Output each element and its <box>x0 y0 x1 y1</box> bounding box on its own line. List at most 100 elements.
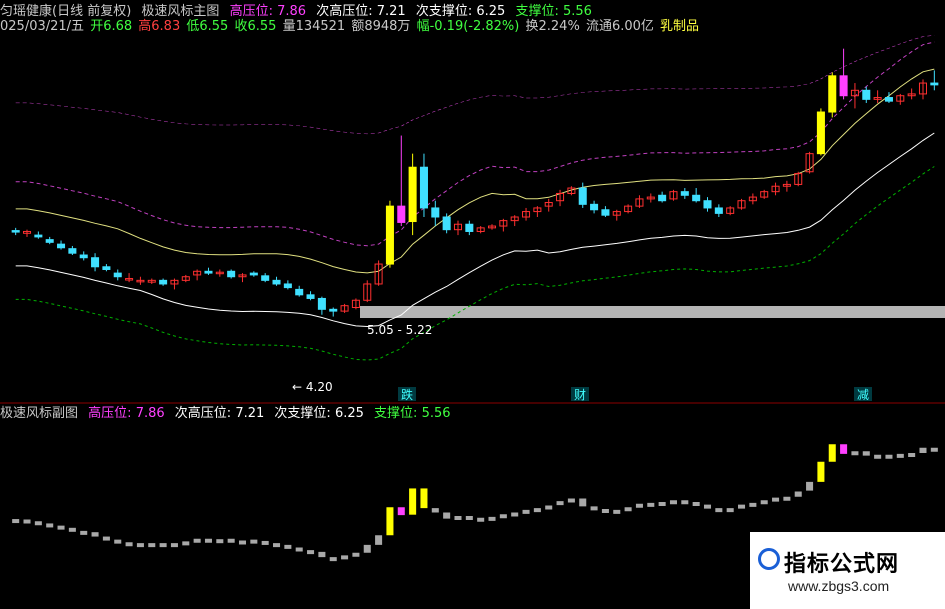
quote-float: 流通6.00亿 <box>585 19 654 34</box>
quote-open: 开6.68 <box>90 19 133 34</box>
sub-bar <box>352 552 360 557</box>
lower-dashed-line <box>15 166 935 361</box>
sub-next-resist: 次高压位: 7.21 <box>174 406 265 421</box>
candle-body <box>828 75 837 113</box>
sub-bar <box>68 527 76 532</box>
sub-high-resist: 高压位: 7.86 <box>88 406 165 421</box>
stock-title: 匀瑶健康(日线 前复权) <box>0 4 132 19</box>
sub-bar <box>295 547 303 552</box>
sub-bar <box>760 500 768 505</box>
indicator-name: 极速风标主图 <box>141 4 220 19</box>
sub-bar <box>375 535 383 545</box>
quote-close: 收6.55 <box>234 19 277 34</box>
sub-bar <box>34 521 42 526</box>
sub-bar <box>840 444 848 454</box>
quote-sector: 乳制品 <box>660 19 700 34</box>
sub-bar <box>341 555 349 560</box>
candle-body <box>442 216 451 231</box>
next-resist: 次高压位: 7.21 <box>316 4 406 19</box>
sub-bar <box>874 454 882 459</box>
sub-bar <box>738 504 746 509</box>
sub-bar <box>828 444 836 462</box>
candle-body <box>159 279 168 285</box>
sub-bar <box>216 539 224 544</box>
band-label: 5.05 - 5.22 <box>367 323 432 337</box>
quote-turnover: 换2.24% <box>525 19 580 34</box>
upper-dashed-line <box>15 41 935 247</box>
sub-upper-dashed <box>15 35 935 135</box>
candlestick-chart: 5.05 - 5.22 ← 4.20 跌 财 减 <box>0 35 945 562</box>
sub-bar <box>669 500 677 505</box>
candle-body <box>261 275 270 281</box>
event-marker: 减 <box>857 388 869 402</box>
sub-bar <box>772 497 780 502</box>
candle-body <box>839 75 848 97</box>
candle-body <box>680 191 689 196</box>
sub-header: 极速风标副图 高压位: 7.86 次高压位: 7.21 次支撑位: 6.25 支… <box>0 406 457 421</box>
sub-bar <box>431 508 439 513</box>
sub-bar <box>23 519 31 524</box>
sub-bar <box>908 453 916 457</box>
sub-bar <box>522 509 530 514</box>
support-band <box>360 306 945 318</box>
sub-bar <box>930 447 938 452</box>
sub-bar <box>182 541 190 546</box>
candle-body <box>57 243 66 249</box>
sub-bar <box>851 451 859 456</box>
candle-body <box>11 230 20 233</box>
sub-bar <box>806 481 814 491</box>
sub-bar <box>499 514 507 519</box>
candle-body <box>272 279 281 285</box>
quote-change: 幅-0.19(-2.82%) <box>416 19 520 34</box>
sub-bar <box>703 504 712 509</box>
candle-body <box>45 239 54 243</box>
sub-bar <box>204 538 212 543</box>
candle-body <box>884 97 893 102</box>
main-candles <box>11 48 939 317</box>
sub-bar <box>590 506 598 511</box>
sub-bar <box>159 543 167 548</box>
sub-bar <box>125 542 133 547</box>
sub-bar <box>227 538 235 543</box>
sub-bar <box>284 544 292 549</box>
quote-amount: 额8948万 <box>351 19 411 34</box>
sub-bar <box>114 539 122 544</box>
candle-body <box>102 266 111 270</box>
sub-bar <box>579 498 587 507</box>
sub-bar <box>635 503 643 508</box>
sub-bar <box>273 543 281 548</box>
sub-bar <box>794 491 802 497</box>
quote-date: 025/03/21/五 <box>0 19 85 34</box>
candle-body <box>91 257 100 268</box>
quote-line: 025/03/21/五 开6.68 高6.83 低6.55 收6.55 量134… <box>0 19 705 34</box>
candle-body <box>714 207 723 214</box>
sub-bar <box>613 509 621 514</box>
high-resist: 高压位: 7.86 <box>229 4 307 19</box>
sub-panel-bars <box>12 35 938 562</box>
candle-body <box>431 207 440 218</box>
candle-body <box>204 270 213 274</box>
candle-body <box>419 166 428 209</box>
watermark-logo: 指标公式网 www.zbgs3.com <box>750 532 945 609</box>
quote-volume: 量134521 <box>282 19 346 34</box>
sub-bar <box>556 501 564 506</box>
sub-bar <box>817 461 825 482</box>
sub-bar <box>420 488 428 509</box>
sub-bar <box>386 507 394 536</box>
middle-line <box>15 68 935 274</box>
sub-bar <box>454 516 462 520</box>
candle-body <box>249 272 258 276</box>
sub-bar <box>102 536 110 541</box>
candle-body <box>317 297 326 310</box>
annotations: 5.05 - 5.22 ← 4.20 跌 财 减 <box>292 323 872 402</box>
sub-bar <box>567 498 575 503</box>
low-label: ← 4.20 <box>292 380 333 394</box>
candle-body <box>692 194 701 202</box>
sub-bar <box>715 508 723 513</box>
candle-body <box>408 166 417 223</box>
sub-bar <box>488 516 496 521</box>
sub-bar <box>896 453 904 458</box>
sub-bar <box>238 540 247 545</box>
sub-next-support: 次支撑位: 6.25 <box>274 406 364 421</box>
sub-bar <box>91 532 99 537</box>
